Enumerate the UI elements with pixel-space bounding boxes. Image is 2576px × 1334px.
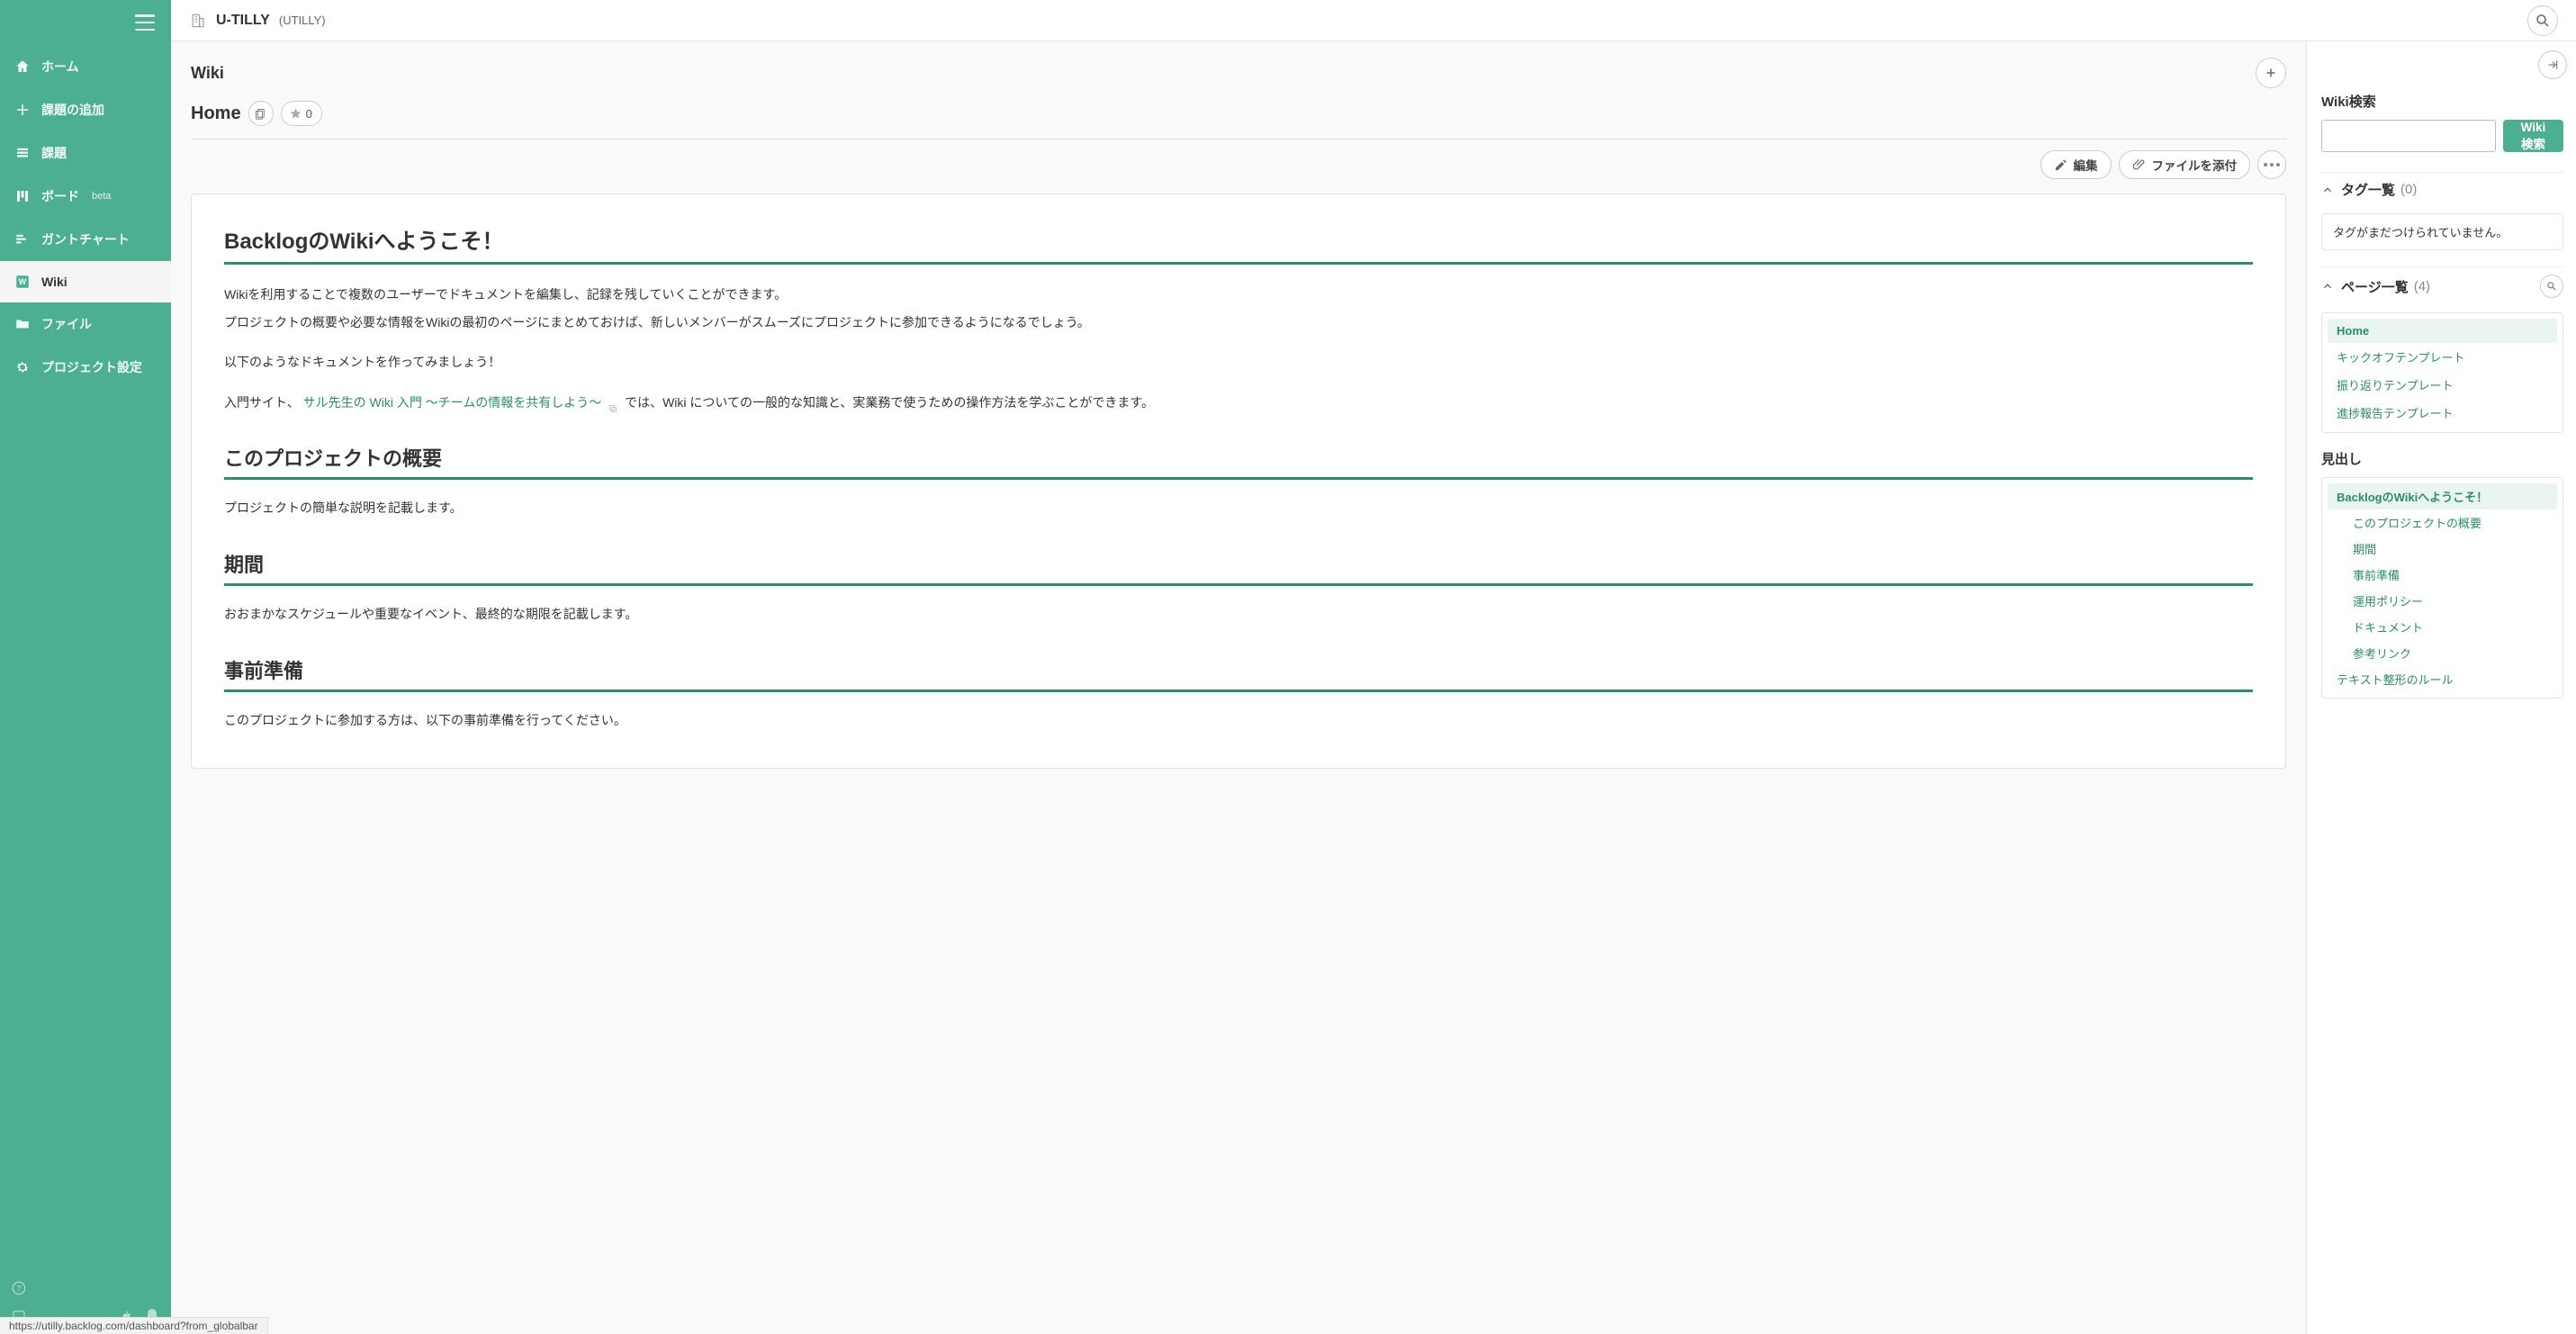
tags-count: (0) <box>2400 182 2417 197</box>
tags-header[interactable]: タグ一覧 (0) <box>2321 172 2563 206</box>
toc-link[interactable]: このプロジェクトの概要 <box>2328 509 2557 536</box>
toc-link[interactable]: BacklogのWikiへようこそ！ <box>2328 483 2557 509</box>
main-content: Wiki Home 0 編集 <box>171 41 2306 1334</box>
nav-label: プロジェクト設定 <box>41 358 142 376</box>
more-button[interactable] <box>2257 150 2286 179</box>
right-panel: Wiki検索 Wiki検索 タグ一覧 (0) タグがまだつけられていません。 ペ… <box>2306 41 2576 1334</box>
attach-button[interactable]: ファイルを添付 <box>2119 150 2251 179</box>
nav-label: 課題の追加 <box>41 101 104 119</box>
nav-board[interactable]: ボード beta <box>0 175 171 218</box>
collapse-panel-button[interactable] <box>2538 50 2567 79</box>
header-search-button[interactable] <box>2527 5 2558 36</box>
wiki-section-title: Wiki <box>191 64 2247 83</box>
folder-icon <box>14 316 31 332</box>
toc-link[interactable]: 運用ポリシー <box>2328 588 2557 614</box>
page-link[interactable]: Home <box>2328 319 2557 343</box>
gantt-icon <box>14 231 31 248</box>
wiki-h2: 期間 <box>224 549 2253 586</box>
toc-link[interactable]: 参考リンク <box>2328 640 2557 666</box>
copy-button[interactable] <box>248 101 274 126</box>
wiki-h2: 事前準備 <box>224 655 2253 692</box>
wiki-body: BacklogのWikiへようこそ！ Wikiを利用することで複数のユーザーでド… <box>191 194 2286 769</box>
beta-badge: beta <box>92 191 111 202</box>
page-link[interactable]: 振り返りテンプレート <box>2328 371 2557 399</box>
wiki-paragraph: 以下のようなドキュメントを作ってみましょう！ <box>224 350 2253 374</box>
search-section-title: Wiki検索 <box>2321 92 2563 111</box>
nav-label: ファイル <box>41 315 92 333</box>
pages-list: Home キックオフテンプレート 振り返りテンプレート 進捗報告テンプレート <box>2321 312 2563 433</box>
external-link-icon <box>608 398 618 409</box>
gear-icon <box>14 359 31 375</box>
wiki-paragraph: このプロジェクトに参加する方は、以下の事前準備を行ってください。 <box>224 708 2253 733</box>
project-name: U-TILLY <box>216 13 270 29</box>
toc-link[interactable]: ドキュメント <box>2328 614 2557 640</box>
home-icon <box>14 59 31 75</box>
wiki-paragraph: 入門サイト、 サル先生の Wiki 入門 〜チームの情報を共有しよう〜 では、W… <box>224 391 2253 415</box>
wiki-paragraph: プロジェクトの概要や必要な情報をWikiの最初のページにまとめておけば、新しいメ… <box>224 311 2253 335</box>
toc-link[interactable]: 事前準備 <box>2328 562 2557 588</box>
svg-text:?: ? <box>17 1284 22 1293</box>
paperclip-icon <box>2132 158 2146 172</box>
page-title: Home <box>191 104 241 124</box>
star-icon <box>289 107 302 121</box>
pages-header[interactable]: ページ一覧 (4) <box>2321 266 2563 305</box>
wiki-paragraph: おおまかなスケジュールや重要なイベント、最終的な期限を記載します。 <box>224 602 2253 626</box>
tags-empty-message: タグがまだつけられていません。 <box>2321 213 2563 250</box>
menu-toggle-icon[interactable] <box>135 14 155 31</box>
wiki-icon: W <box>14 274 31 290</box>
board-icon <box>14 188 31 204</box>
toc-link[interactable]: テキスト整形のルール <box>2328 666 2557 692</box>
building-icon <box>189 12 207 30</box>
nav-list: ホーム 課題の追加 課題 ボード beta ガントチャート W Wiki <box>0 45 171 389</box>
wiki-h1: BacklogのWikiへようこそ！ <box>224 223 2253 265</box>
toc-list: BacklogのWikiへようこそ！ このプロジェクトの概要 期間 事前準備 運… <box>2321 477 2563 699</box>
chevron-up-icon <box>2321 183 2336 197</box>
pages-count: (4) <box>2414 279 2430 294</box>
nav-label: ガントチャート <box>41 230 130 248</box>
wiki-intro-link[interactable]: サル先生の Wiki 入門 〜チームの情報を共有しよう〜 <box>303 395 602 410</box>
nav-add-issue[interactable]: 課題の追加 <box>0 88 171 131</box>
star-count: 0 <box>306 107 312 121</box>
dots-icon <box>2264 163 2280 167</box>
attach-label: ファイルを添付 <box>2152 156 2238 174</box>
wiki-paragraph: プロジェクトの簡単な説明を記載します。 <box>224 496 2253 520</box>
star-button[interactable]: 0 <box>281 101 322 126</box>
pages-title: ページ一覧 <box>2341 277 2409 296</box>
pages-search-icon[interactable] <box>2540 275 2563 298</box>
edit-label: 編集 <box>2074 156 2098 174</box>
wiki-h2: このプロジェクトの概要 <box>224 443 2253 480</box>
tags-title: タグ一覧 <box>2341 180 2395 199</box>
nav-gantt[interactable]: ガントチャート <box>0 218 171 261</box>
project-code: (UTILLY) <box>279 14 326 27</box>
nav-files[interactable]: ファイル <box>0 302 171 346</box>
nav-label: ホーム <box>41 58 79 76</box>
nav-wiki[interactable]: W Wiki <box>0 261 171 302</box>
sidebar: ホーム 課題の追加 課題 ボード beta ガントチャート W Wiki <box>0 0 171 1334</box>
header: U-TILLY (UTILLY) <box>171 0 2576 41</box>
wiki-search-input[interactable] <box>2321 120 2496 152</box>
page-link[interactable]: キックオフテンプレート <box>2328 343 2557 371</box>
nav-label: 課題 <box>41 144 67 162</box>
chevron-up-icon <box>2321 279 2336 293</box>
wiki-paragraph: Wikiを利用することで複数のユーザーでドキュメントを編集し、記録を残していくこ… <box>224 283 2253 307</box>
page-link[interactable]: 進捗報告テンプレート <box>2328 399 2557 427</box>
pencil-icon <box>2054 158 2067 172</box>
nav-issues[interactable]: 課題 <box>0 131 171 175</box>
edit-button[interactable]: 編集 <box>2040 150 2112 179</box>
headings-title: 見出し <box>2321 449 2563 468</box>
toc-link[interactable]: 期間 <box>2328 536 2557 562</box>
nav-settings[interactable]: プロジェクト設定 <box>0 346 171 389</box>
add-page-button[interactable] <box>2256 58 2286 88</box>
nav-label: Wiki <box>41 275 68 289</box>
svg-text:W: W <box>19 277 27 286</box>
status-bar-url: https://utilly.backlog.com/dashboard?fro… <box>0 1317 268 1334</box>
nav-home[interactable]: ホーム <box>0 45 171 88</box>
plus-icon <box>14 102 31 118</box>
wiki-search-button[interactable]: Wiki検索 <box>2503 120 2563 152</box>
help-icon[interactable]: ? <box>11 1280 27 1301</box>
list-icon <box>14 145 31 161</box>
nav-label: ボード <box>41 187 79 205</box>
